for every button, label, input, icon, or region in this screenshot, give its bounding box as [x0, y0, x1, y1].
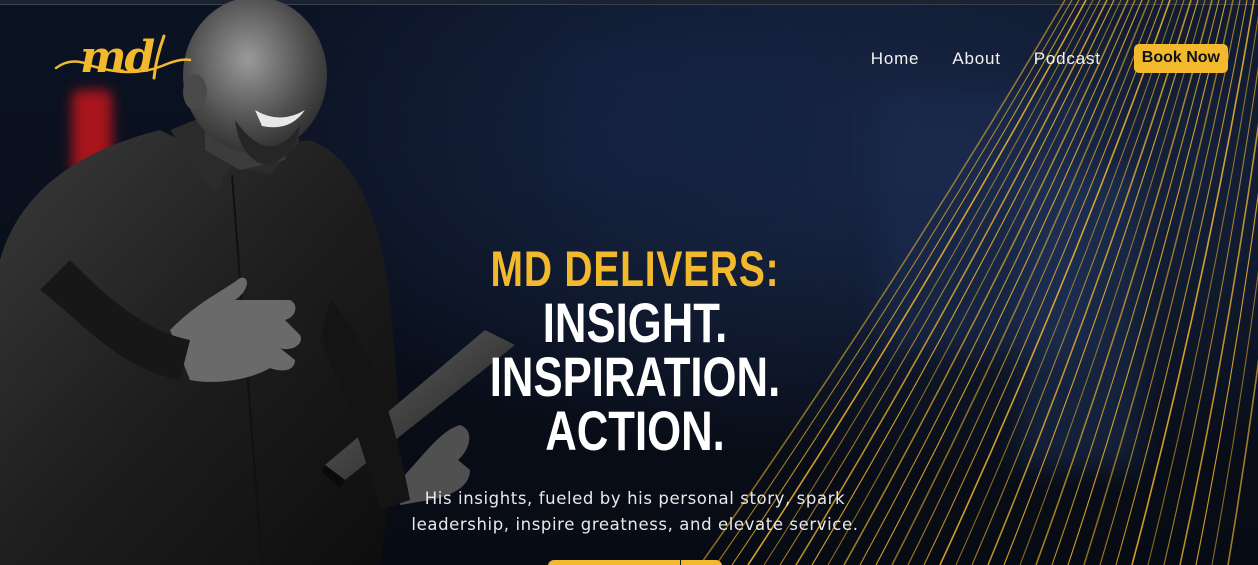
book-now-button[interactable]: Book Now — [1133, 44, 1228, 73]
logo-text: md — [80, 32, 155, 83]
gold-line — [907, 0, 1157, 565]
gold-line — [1099, 0, 1241, 565]
gold-line — [939, 0, 1171, 565]
brand-logo[interactable]: md — [52, 28, 197, 88]
hero-cta-button[interactable] — [548, 560, 722, 565]
gold-line — [875, 0, 1143, 565]
cta-divider — [680, 560, 681, 565]
nav-link-home[interactable]: Home — [871, 49, 920, 69]
hero-headline: MD DELIVERS: INSIGHT. INSPIRATION. ACTIO… — [380, 241, 890, 462]
gold-line — [1179, 122, 1258, 565]
gold-line — [971, 0, 1185, 565]
gold-line — [859, 0, 1136, 565]
gold-line — [1227, 359, 1258, 565]
gold-line — [1051, 0, 1220, 565]
main-nav: Home About Podcast Book Now — [871, 44, 1228, 73]
nav-link-podcast[interactable]: Podcast — [1034, 49, 1101, 69]
hero-section: md Home About Podcast Book Now MD DELIVE… — [0, 0, 1258, 565]
gold-line — [1067, 0, 1227, 565]
gold-line — [1211, 270, 1258, 565]
headline-line-inspiration: INSPIRATION. — [489, 345, 781, 408]
headline-line-insight: INSIGHT. — [542, 291, 728, 354]
headline-accent: MD DELIVERS: — [490, 241, 780, 297]
gold-line — [1131, 0, 1255, 565]
nav-link-about[interactable]: About — [952, 49, 1000, 69]
subtitle-line-1: His insights, fueled by his personal sto… — [424, 489, 846, 508]
headline-line-action: ACTION. — [545, 399, 725, 462]
hero-subtitle: His insights, fueled by his personal sto… — [370, 486, 900, 538]
subtitle-line-2: leadership, inspire greatness, and eleva… — [411, 515, 859, 534]
